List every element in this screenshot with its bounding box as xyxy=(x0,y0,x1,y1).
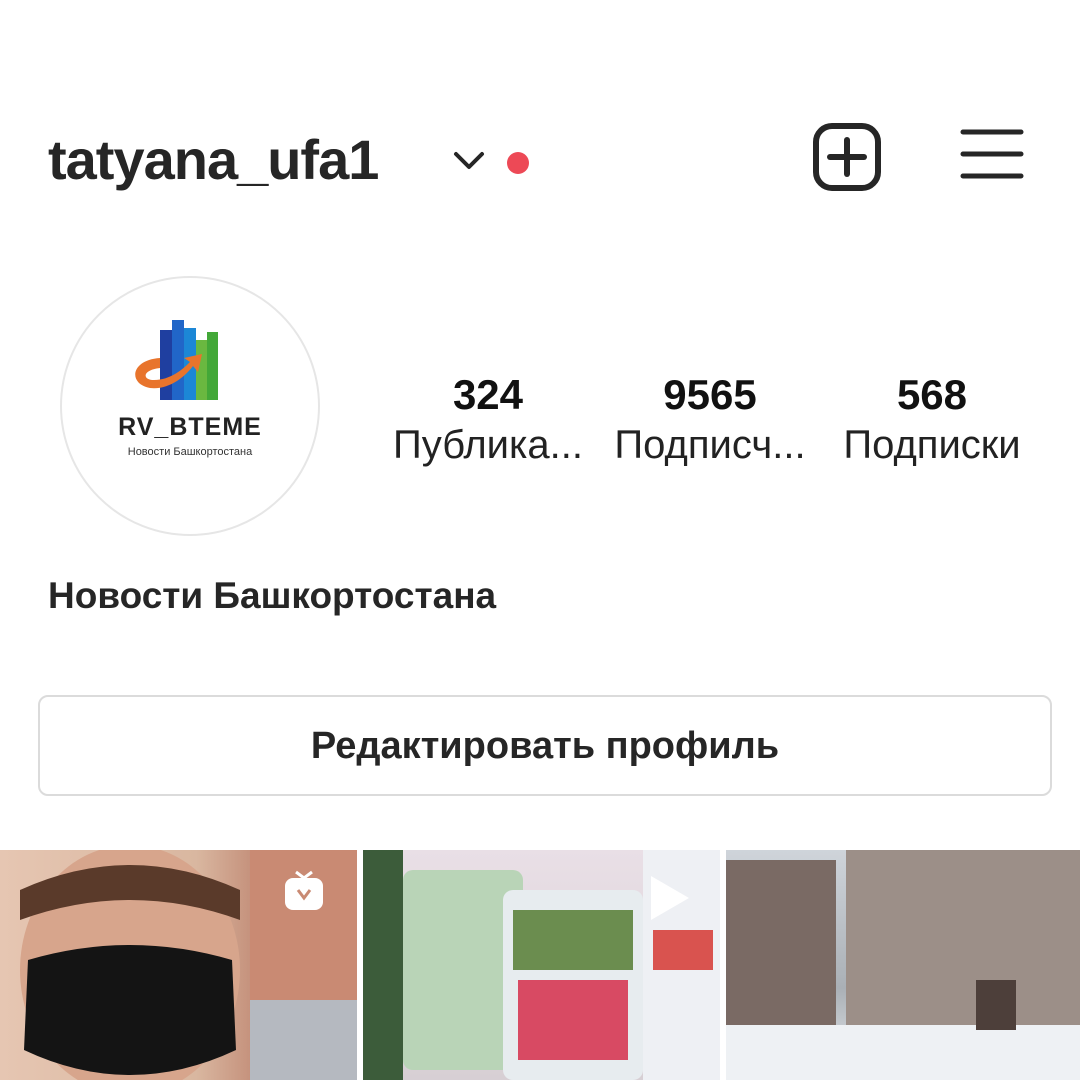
stat-label: Подписч... xyxy=(614,423,806,467)
stat-label: Публика... xyxy=(393,423,583,467)
profile-name: Новости Башкортостана xyxy=(48,575,497,616)
menu-icon[interactable] xyxy=(960,126,1024,182)
stat-value: 324 xyxy=(452,371,524,418)
posts-grid xyxy=(0,850,1080,1080)
play-icon xyxy=(651,876,689,920)
edit-profile-button[interactable]: Редактировать профиль xyxy=(38,695,1052,796)
new-post-icon[interactable] xyxy=(812,122,882,192)
username[interactable]: tatyana_ufa1 xyxy=(48,120,379,200)
brand-logo-icon xyxy=(135,320,218,400)
profile-header: tatyana_ufa1 xyxy=(0,0,1080,240)
chevron-down-icon[interactable] xyxy=(452,148,486,172)
post-thumbnail[interactable] xyxy=(0,850,357,1080)
stat-followers[interactable]: 9565 Подписч... xyxy=(605,370,815,470)
stat-value: 9565 xyxy=(663,371,757,418)
avatar-brand-text: RV_BTEME xyxy=(118,413,262,441)
post-thumbnail[interactable] xyxy=(363,850,720,1080)
stat-posts[interactable]: 324 Публика... xyxy=(383,370,593,470)
stat-label: Подписки xyxy=(843,423,1021,467)
notification-dot xyxy=(507,152,529,174)
stat-following[interactable]: 568 Подписки xyxy=(832,370,1032,470)
post-image xyxy=(726,850,1080,1080)
igtv-icon xyxy=(285,870,323,910)
avatar[interactable]: RV_BTEME Новости Башкортостана xyxy=(60,276,320,536)
post-thumbnail[interactable] xyxy=(726,850,1080,1080)
avatar-subtitle: Новости Башкортостана xyxy=(127,446,253,458)
stat-value: 568 xyxy=(896,371,968,418)
